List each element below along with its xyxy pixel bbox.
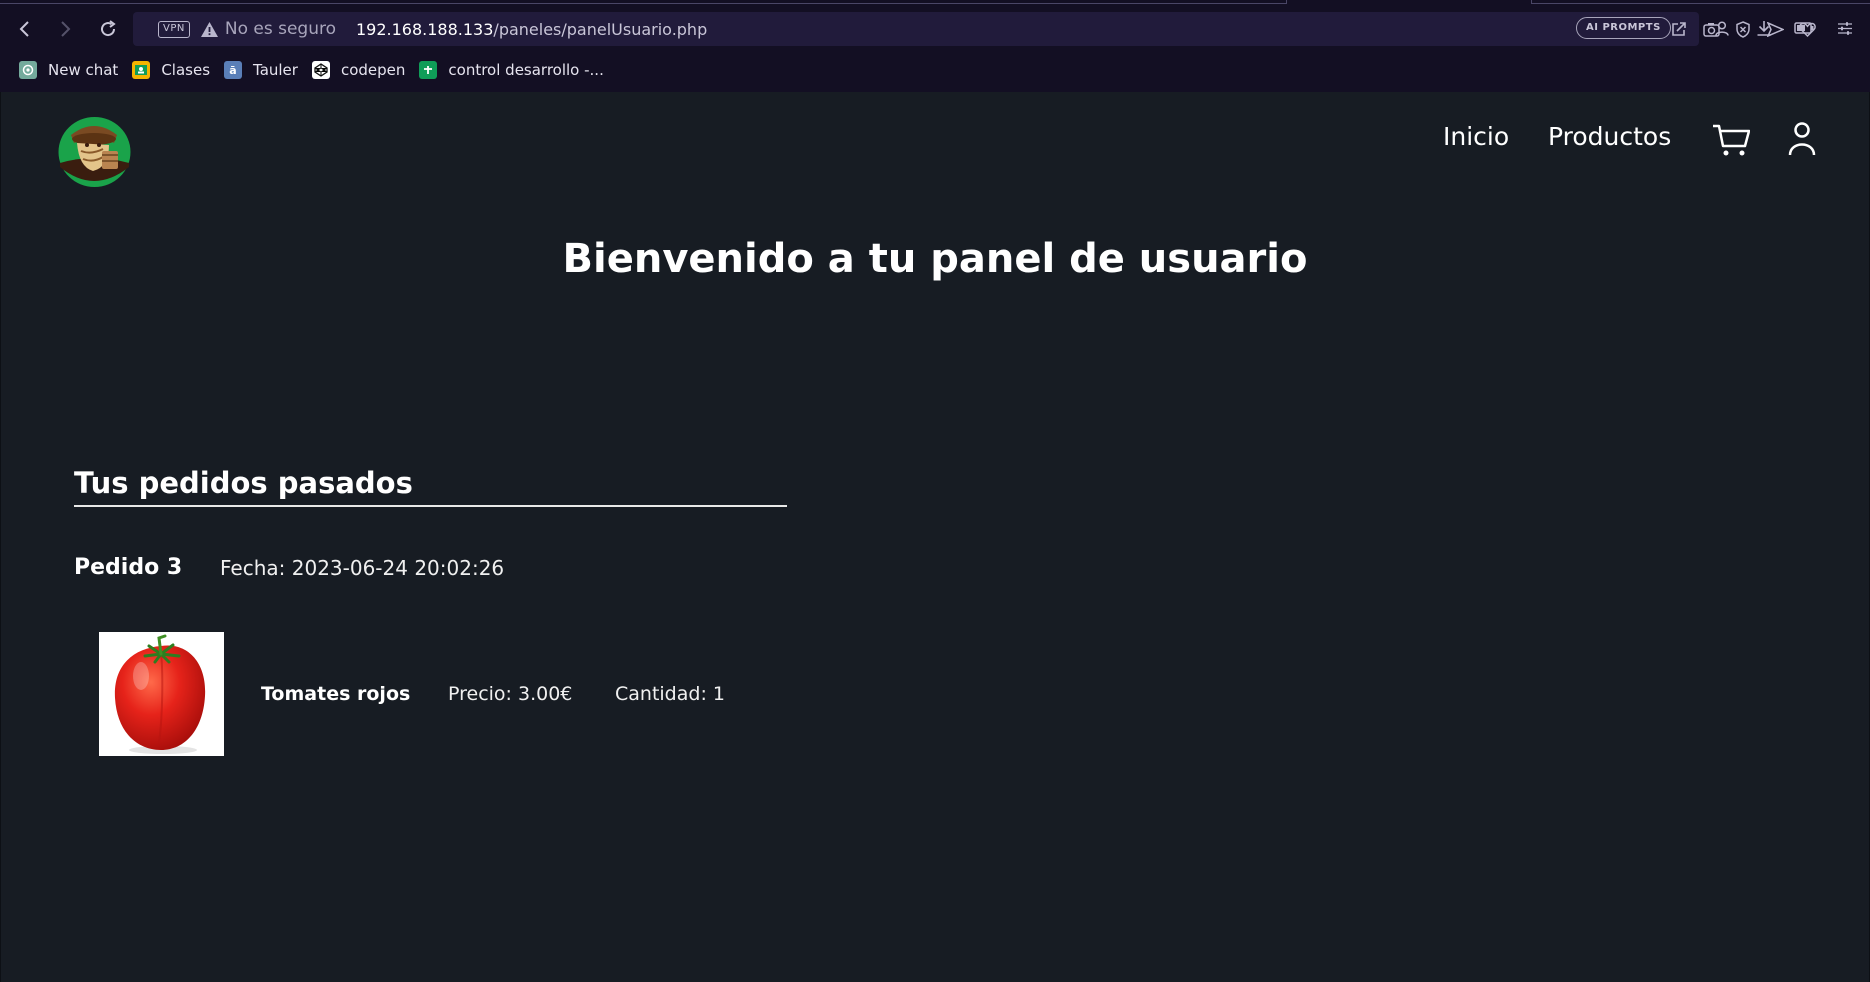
site-logo[interactable]: [57, 115, 132, 188]
share-icon[interactable]: [1668, 18, 1690, 40]
url-host: 192.168.188.133: [356, 19, 494, 39]
url-text[interactable]: 192.168.188.133/paneles/panelUsuario.php: [356, 20, 707, 39]
back-button[interactable]: [10, 14, 40, 44]
url-path: /paneles/panelUsuario.php: [493, 19, 708, 39]
bookmark-codepen[interactable]: codepen: [311, 61, 406, 79]
warning-icon[interactable]: [200, 21, 219, 38]
sheets-icon: [419, 61, 438, 79]
security-status[interactable]: No es seguro: [225, 19, 336, 39]
battery-icon[interactable]: [1791, 15, 1817, 41]
page-viewport: [0, 92, 1870, 982]
browser-chrome: VPN No es seguro 192.168.188.133/paneles…: [0, 0, 1870, 92]
tab-strip-edge: [0, 0, 1287, 4]
back-arrow-icon: [19, 21, 29, 37]
bookmark-new-chat[interactable]: New chat: [19, 61, 118, 79]
user-account-icon[interactable]: [1788, 121, 1816, 157]
address-bar[interactable]: VPN No es seguro 192.168.188.133/paneles…: [133, 12, 1816, 46]
download-icon[interactable]: [1751, 15, 1777, 41]
tab-strip-edge: [1531, 0, 1870, 4]
bookmark-tauler[interactable]: ā Tauler: [224, 61, 298, 79]
nav-link-productos[interactable]: Productos: [1548, 122, 1671, 151]
openai-icon: [19, 61, 37, 79]
bookmark-label: New chat: [48, 61, 119, 79]
tomato-image: [99, 632, 224, 756]
product-name: Tomates rojos: [261, 683, 411, 705]
nav-link-inicio[interactable]: Inicio: [1443, 122, 1509, 151]
bookmark-label: Clases: [161, 61, 211, 79]
profile-icon[interactable]: [1709, 15, 1735, 41]
bookmark-label: codepen: [340, 61, 406, 79]
ai-prompts-button[interactable]: AI PROMPTS: [1576, 17, 1671, 39]
bookmark-label: Tauler: [253, 61, 298, 79]
bookmarks-bar: New chat Clases ā Tauler codepen control…: [0, 56, 1870, 84]
codepen-icon: [311, 61, 330, 79]
classroom-icon: [132, 61, 151, 79]
vpn-badge[interactable]: VPN: [158, 20, 190, 38]
reload-button[interactable]: [93, 14, 123, 44]
product-quantity: Cantidad: 1: [615, 683, 725, 705]
page-title: Bienvenido a tu panel de usuario: [562, 236, 1308, 282]
forward-arrow-icon: [61, 21, 71, 37]
tauler-icon: ā: [224, 61, 243, 79]
order-date: Fecha: 2023-06-24 20:02:26: [220, 556, 505, 580]
settings-sliders-icon[interactable]: [1832, 15, 1858, 41]
cart-icon[interactable]: [1712, 123, 1751, 157]
product-price: Precio: 3.00€: [448, 683, 573, 705]
bookmark-label: control desarrollo -...: [448, 61, 604, 79]
section-divider: [74, 505, 787, 507]
bookmark-control-desarrollo[interactable]: control desarrollo -...: [419, 61, 604, 79]
bookmark-clases[interactable]: Clases: [132, 61, 210, 79]
order-number: Pedido 3: [74, 555, 183, 580]
reload-icon: [101, 20, 116, 37]
past-orders-heading: Tus pedidos pasados: [74, 466, 413, 500]
forward-button[interactable]: [50, 14, 80, 44]
